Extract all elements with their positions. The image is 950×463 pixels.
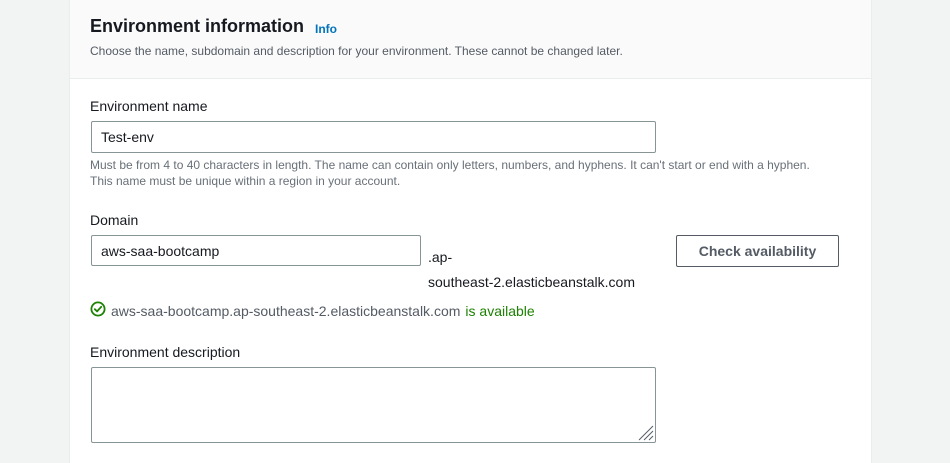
domain-input[interactable]	[91, 235, 421, 266]
domain-suffix: .ap- southeast-2.elasticbeanstalk.com	[428, 245, 668, 295]
environment-name-constraints: Must be from 4 to 40 characters in lengt…	[90, 157, 850, 189]
domain-suffix-line-1: .ap-	[428, 249, 453, 265]
availability-text: is available	[465, 302, 535, 319]
section-description: Choose the name, subdomain and descripti…	[90, 44, 623, 58]
available-domain-name: aws-saa-bootcamp.ap-southeast-2.elasticb…	[111, 302, 461, 319]
domain-availability-status: aws-saa-bootcamp.ap-southeast-2.elasticb…	[90, 301, 535, 320]
check-circle-icon	[90, 301, 106, 320]
environment-name-hint-line-1: Must be from 4 to 40 characters in lengt…	[90, 158, 810, 172]
domain-suffix-line-2: southeast-2.elasticbeanstalk.com	[428, 274, 635, 290]
resize-handle-icon[interactable]	[636, 423, 654, 446]
check-availability-button[interactable]: Check availability	[676, 235, 839, 267]
environment-name-label: Environment name	[90, 98, 208, 114]
environment-description-textarea[interactable]	[91, 367, 656, 443]
panel-header: Environment information Info Choose the …	[70, 0, 871, 79]
environment-name-input[interactable]	[91, 121, 656, 153]
environment-information-panel: Environment information Info Choose the …	[69, 0, 872, 463]
environment-name-hint-line-2: This name must be unique within a region…	[90, 174, 401, 188]
section-title: Environment information	[90, 16, 305, 36]
info-link[interactable]: Info	[315, 22, 337, 36]
domain-label: Domain	[90, 212, 139, 228]
environment-description-label: Environment description	[90, 344, 241, 360]
